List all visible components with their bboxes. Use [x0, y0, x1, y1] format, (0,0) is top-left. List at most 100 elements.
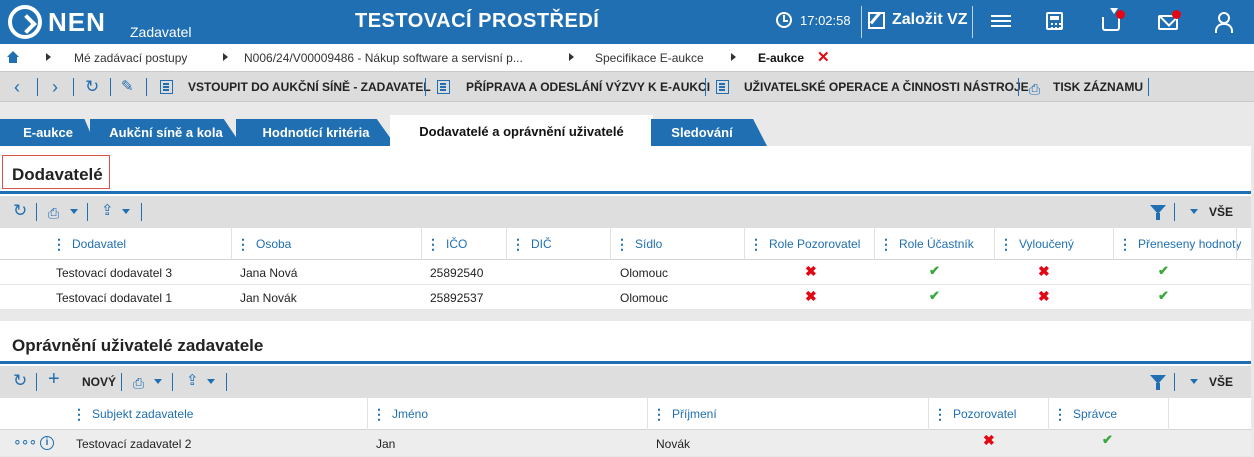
tab-aukcni-sine[interactable]: Aukční síně a kola [90, 119, 242, 146]
column-divider [1236, 228, 1237, 260]
suppliers-panel: Dodavatelé ↻ ⎙ ⇪ VŠE ⋮ Dodavatel ⋮ Osoba ⋮… [0, 146, 1251, 310]
column-header-pozorovatel[interactable]: ⋮ Pozorovatel [933, 398, 1016, 430]
refresh-icon[interactable]: ↻ [13, 372, 27, 390]
column-header-role-pozorovatel[interactable]: ⋮ Role Pozorovatel [749, 228, 860, 260]
breadcrumb-item[interactable]: N006/24/V00009486 - Nákup software a ser… [244, 51, 523, 65]
cross-icon: ✖ [983, 432, 995, 448]
print-icon: ⎙ [1029, 81, 1041, 97]
user-icon[interactable] [1213, 12, 1233, 33]
column-header-spravce[interactable]: ⋮ Správce [1053, 398, 1117, 430]
mail-notification-badge [1172, 10, 1181, 19]
cell-prijmeni: Novák [656, 437, 691, 451]
check-icon: ✔ [1158, 288, 1169, 303]
export-icon[interactable]: ⇪ [101, 202, 114, 220]
column-divider [1168, 398, 1169, 430]
column-divider [610, 228, 611, 260]
chevron-down-icon[interactable] [207, 379, 215, 384]
column-divider [994, 228, 995, 260]
menu-icon[interactable] [991, 12, 1011, 32]
column-header-vylouceny[interactable]: ⋮ Vyloučený [999, 228, 1074, 260]
breadcrumb: Mé zadávací postupy N006/24/V00009486 - … [0, 44, 1254, 71]
nen-logo[interactable]: NEN [8, 4, 106, 40]
column-header-preneseny-hodnoty[interactable]: ⋮ Přeneseny hodnoty [1118, 228, 1241, 260]
home-icon[interactable] [7, 51, 19, 63]
cell-dodavatel: Testovací dodavatel 1 [56, 291, 173, 305]
chevron-down-icon[interactable] [70, 209, 78, 214]
cell-sidlo: Olomouc [620, 266, 669, 280]
plus-icon[interactable]: + [48, 369, 60, 389]
tab-e-aukce[interactable]: E-aukce [0, 119, 96, 146]
calculator-icon[interactable] [1046, 12, 1063, 30]
create-vz-button[interactable]: Založit VZ [868, 11, 968, 29]
tab-hodnotici-kriteria[interactable]: Hodnotící kritéria [236, 119, 396, 146]
more-icon[interactable]: ∘∘∘ [13, 433, 37, 450]
clock-icon [776, 12, 792, 28]
chevron-down-icon[interactable] [1190, 209, 1198, 214]
print-icon[interactable]: ⎙ [48, 204, 59, 222]
tab-sledovani[interactable]: Sledování [651, 119, 767, 146]
suppliers-header-row: ⋮ Dodavatel ⋮ Osoba ⋮ IČO ⋮ DIČ ⋮ Sídlo ⋮ Role… [0, 228, 1251, 260]
logo-subtitle: Zadavatel [130, 24, 192, 40]
pencil-icon[interactable]: ✎ [121, 78, 134, 96]
cross-icon: ✖ [1038, 288, 1050, 304]
tab-dodavatele[interactable]: Dodavatelé a oprávnění uživatelé [390, 115, 653, 146]
column-divider [1113, 228, 1114, 260]
environment-title: TESTOVACÍ PROSTŘEDÍ [355, 10, 600, 32]
create-vz-label: Založit VZ [892, 11, 968, 28]
toolbar-divider [226, 373, 227, 391]
tab-bar: E-aukce Aukční síně a kola Hodnotící kri… [0, 102, 1254, 146]
toolbar-divider [121, 373, 122, 391]
toolbar-divider [1148, 78, 1149, 96]
user-operations-button[interactable]: UŽIVATELSKÉ OPERACE A ČINNOSTI NÁSTROJE [744, 80, 1029, 94]
toolbar-divider [73, 78, 74, 96]
toolbar-divider [425, 78, 426, 96]
show-all-button[interactable]: VŠE [1209, 375, 1233, 389]
inbox-icon[interactable] [1102, 8, 1120, 31]
enter-auction-hall-button[interactable]: VSTOUPIT DO AUKČNÍ SÍNĚ - ZADAVATEL [188, 80, 431, 94]
check-icon: ✔ [929, 263, 940, 278]
column-header-prijmeni[interactable]: ⋮ Příjmení [652, 398, 717, 430]
column-header-osoba[interactable]: ⋮ Osoba [236, 228, 291, 260]
filter-icon[interactable] [1150, 205, 1166, 220]
print-icon[interactable]: ⎙ [133, 374, 144, 392]
column-divider [744, 228, 745, 260]
table-row[interactable]: ∘∘∘ i Testovací zadavatel 2 Jan Novák ✖ … [0, 430, 1251, 457]
toolbar-divider [110, 78, 111, 96]
refresh-icon[interactable]: ↻ [13, 202, 27, 220]
table-row[interactable]: Testovací dodavatel 1 Jan Novák 25892537… [0, 285, 1251, 310]
column-divider [421, 228, 422, 260]
column-header-dic[interactable]: ⋮ DIČ [511, 228, 552, 260]
column-header-ico[interactable]: ⋮ IČO [426, 228, 467, 260]
new-user-button[interactable]: NOVÝ [82, 375, 116, 389]
breadcrumb-item[interactable]: Mé zadávací postupy [74, 51, 187, 65]
check-icon: ✔ [929, 288, 940, 303]
info-icon[interactable]: i [40, 436, 54, 450]
cell-jmeno: Jan [376, 437, 396, 451]
column-header-subjekt[interactable]: ⋮ Subjekt zadavatele [72, 398, 193, 430]
breadcrumb-current: E-aukce [758, 51, 805, 65]
table-row[interactable]: Testovací dodavatel 3 Jana Nová 25892540… [0, 260, 1251, 285]
section-divider [0, 361, 1251, 364]
filter-icon[interactable] [1150, 375, 1166, 390]
users-grid-toolbar: ↻ + NOVÝ ⎙ ⇪ VŠE [0, 366, 1251, 398]
breadcrumb-arrow-icon [46, 53, 51, 61]
export-icon[interactable]: ⇪ [186, 372, 199, 390]
breadcrumb-item[interactable]: Specifikace E-aukce [595, 51, 704, 65]
chevron-down-icon[interactable] [122, 209, 130, 214]
cell-subjekt: Testovací zadavatel 2 [76, 437, 192, 451]
show-all-button[interactable]: VŠE [1209, 205, 1233, 219]
prepare-invitation-button[interactable]: PŘÍPRAVA A ODESLÁNÍ VÝZVY K E-AUKCI [466, 80, 710, 94]
check-icon: ✔ [1158, 263, 1169, 278]
back-icon[interactable]: ‹ [14, 78, 20, 96]
close-icon[interactable]: ✕ [817, 48, 830, 66]
chevron-down-icon[interactable] [1190, 379, 1198, 384]
column-header-role-ucastnik[interactable]: ⋮ Role Účastník [879, 228, 974, 260]
print-record-button[interactable]: TISK ZÁZNAMU [1053, 80, 1143, 94]
column-header-jmeno[interactable]: ⋮ Jméno [372, 398, 428, 430]
chevron-down-icon[interactable] [154, 379, 162, 384]
toolbar-divider [1174, 373, 1175, 391]
forward-icon[interactable]: › [52, 78, 58, 96]
refresh-icon[interactable]: ↻ [85, 78, 99, 96]
column-header-sidlo[interactable]: ⋮ Sídlo [615, 228, 662, 260]
column-header-dodavatel[interactable]: ⋮ Dodavatel [52, 228, 126, 260]
